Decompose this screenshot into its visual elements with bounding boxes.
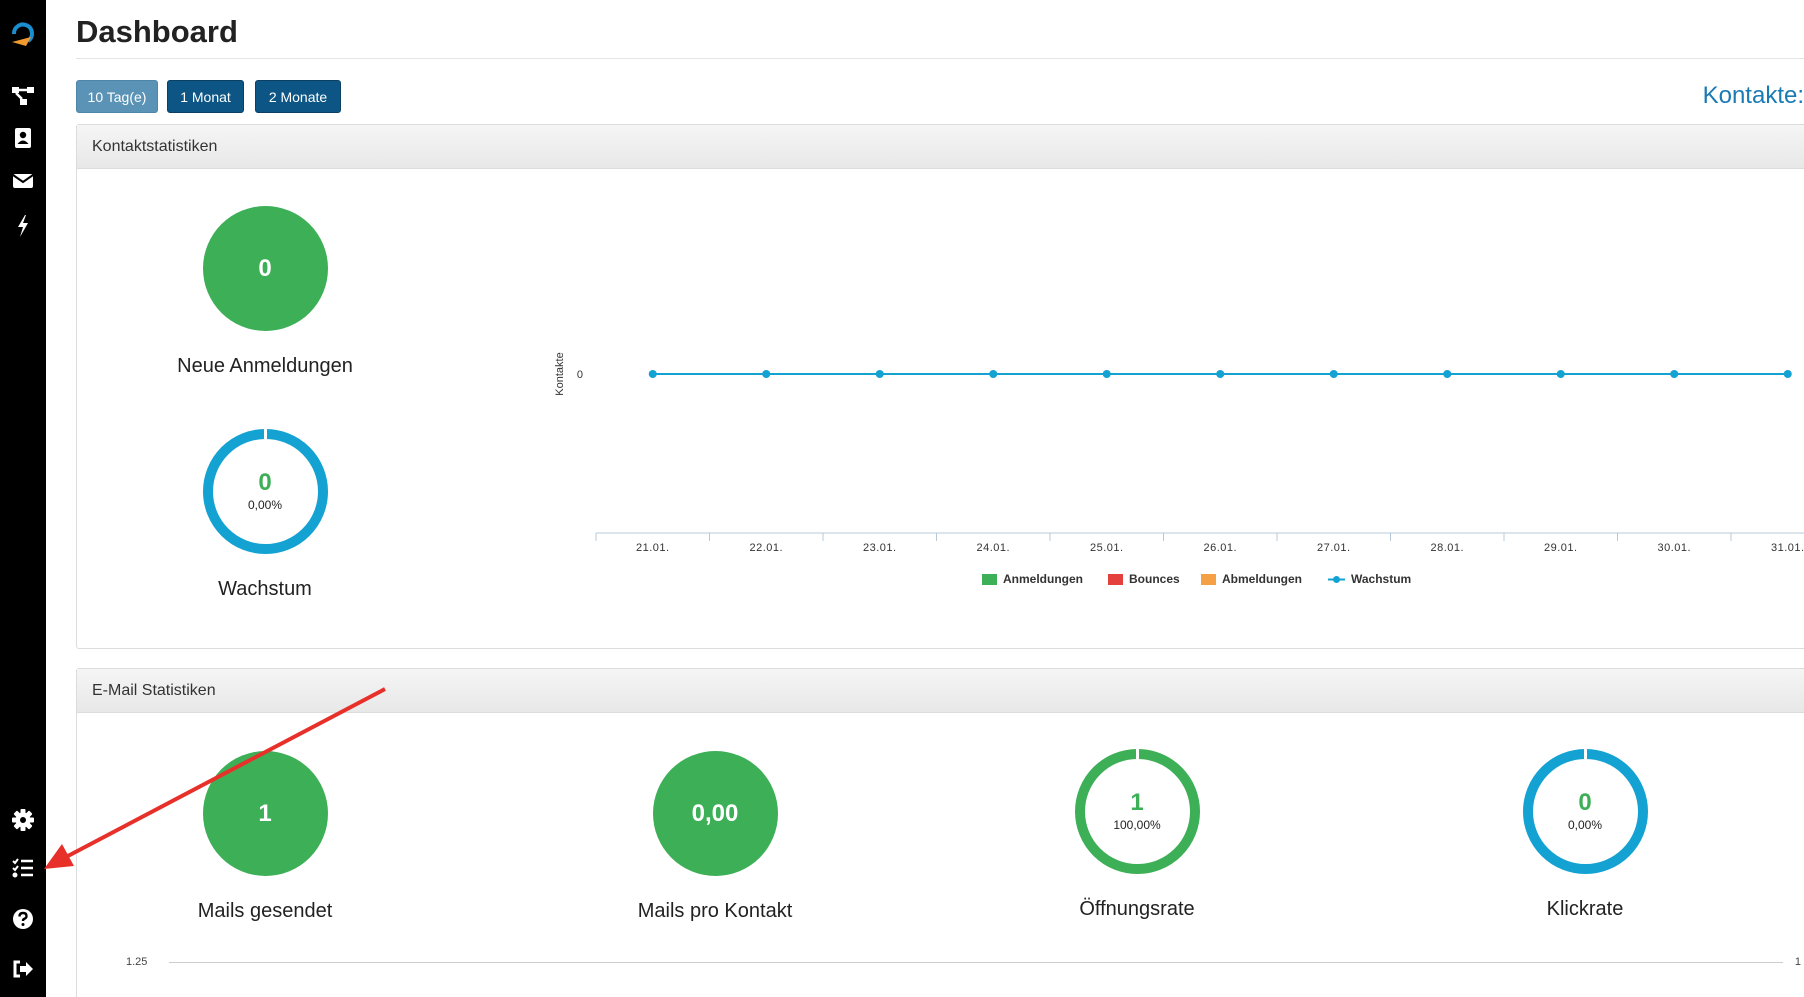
- data-point: [762, 370, 771, 378]
- mails-per-contact-stat: 0,00 Mails pro Kontakt: [605, 751, 825, 923]
- open-rate-stat: 1 100,00% Öffnungsrate: [1072, 749, 1202, 921]
- sidebar: [0, 0, 46, 997]
- y-tick-label: 0: [577, 369, 583, 381]
- x-tick-label: 25.01.: [1090, 542, 1124, 554]
- legend-label: Wachstum: [1351, 572, 1412, 586]
- data-point: [989, 370, 998, 378]
- ring-marker: [1583, 749, 1587, 759]
- sign-out-icon[interactable]: [0, 949, 46, 989]
- legend-abmeldungen[interactable]: Abmeldungen: [1201, 572, 1302, 586]
- help-icon[interactable]: [0, 899, 46, 939]
- contact-book-icon[interactable]: [0, 118, 46, 158]
- x-tick-label: 21.01.: [636, 542, 670, 554]
- mails-per-contact-label: Mails pro Kontakt: [637, 900, 793, 922]
- ring-marker: [1135, 749, 1139, 759]
- x-tick-label: 28.01.: [1430, 542, 1464, 554]
- mails-sent-value: 1: [202, 751, 328, 876]
- data-point: [1556, 370, 1565, 378]
- sitemap-icon[interactable]: [0, 76, 46, 116]
- email-stats-panel: E-Mail Statistiken 1 Mails gesendet 0,00…: [76, 668, 1804, 997]
- x-tick-label: 29.01.: [1544, 542, 1578, 554]
- legend-swatch: [1328, 575, 1345, 583]
- y-axis-title: Kontakte: [554, 352, 566, 395]
- click-rate-label: Klickrate: [1546, 898, 1624, 920]
- data-point: [1216, 370, 1225, 378]
- legend-anmeldungen[interactable]: Anmeldungen: [982, 572, 1083, 586]
- click-rate-ring: 0 0,00%: [1522, 749, 1648, 874]
- click-rate-percent: 0,00%: [1567, 818, 1603, 832]
- legend-swatch: [1201, 573, 1216, 585]
- email-chart-tick-left: 1.25: [126, 956, 148, 968]
- data-point: [1443, 370, 1452, 378]
- legend-bounces[interactable]: Bounces: [1108, 572, 1180, 586]
- x-tick-label: 31.01.: [1771, 542, 1804, 554]
- email-chart-tick-right: 1: [1794, 956, 1801, 968]
- open-rate-label: Öffnungsrate: [1079, 898, 1195, 920]
- mails-sent-label: Mails gesendet: [197, 900, 333, 922]
- x-tick-label: 22.01.: [749, 542, 783, 554]
- main-content: Dashboard 10 Tag(e) 1 Monat 2 Monate Kon…: [46, 0, 1804, 997]
- open-rate-percent: 100,00%: [1113, 818, 1161, 832]
- legend-swatch: [1108, 573, 1123, 585]
- legend-swatch: [982, 573, 997, 585]
- data-point: [1329, 370, 1338, 378]
- envelope-icon[interactable]: [0, 161, 46, 201]
- data-point: [1670, 370, 1679, 378]
- mails-per-contact-value: 0,00: [652, 751, 778, 876]
- legend-wachstum[interactable]: Wachstum: [1328, 572, 1411, 586]
- legend-label: Abmeldungen: [1222, 572, 1302, 586]
- open-rate-value: 1: [1130, 789, 1144, 816]
- legend-label: Anmeldungen: [1003, 572, 1083, 586]
- x-tick-label: 27.01.: [1317, 542, 1351, 554]
- click-rate-value: 0: [1578, 789, 1592, 816]
- panel-title: E-Mail Statistiken: [77, 669, 1804, 713]
- list-check-icon[interactable]: [0, 848, 46, 888]
- click-rate-stat: 0 0,00% Klickrate: [1520, 749, 1650, 921]
- email-chart-gridline: [169, 962, 1783, 963]
- logo-icon[interactable]: [0, 14, 46, 54]
- data-point: [1102, 370, 1111, 378]
- mails-sent-stat: 1 Mails gesendet: [197, 751, 333, 923]
- x-tick-label: 30.01.: [1657, 542, 1691, 554]
- gear-icon[interactable]: [0, 800, 46, 840]
- x-tick-label: 24.01.: [976, 542, 1010, 554]
- data-point: [1783, 370, 1792, 378]
- open-rate-ring: 1 100,00%: [1074, 749, 1200, 874]
- legend-label: Bounces: [1129, 572, 1180, 586]
- bolt-icon[interactable]: [0, 206, 46, 246]
- data-point: [875, 370, 884, 378]
- data-point: [648, 370, 657, 378]
- x-tick-label: 26.01.: [1203, 542, 1237, 554]
- x-tick-label: 23.01.: [863, 542, 897, 554]
